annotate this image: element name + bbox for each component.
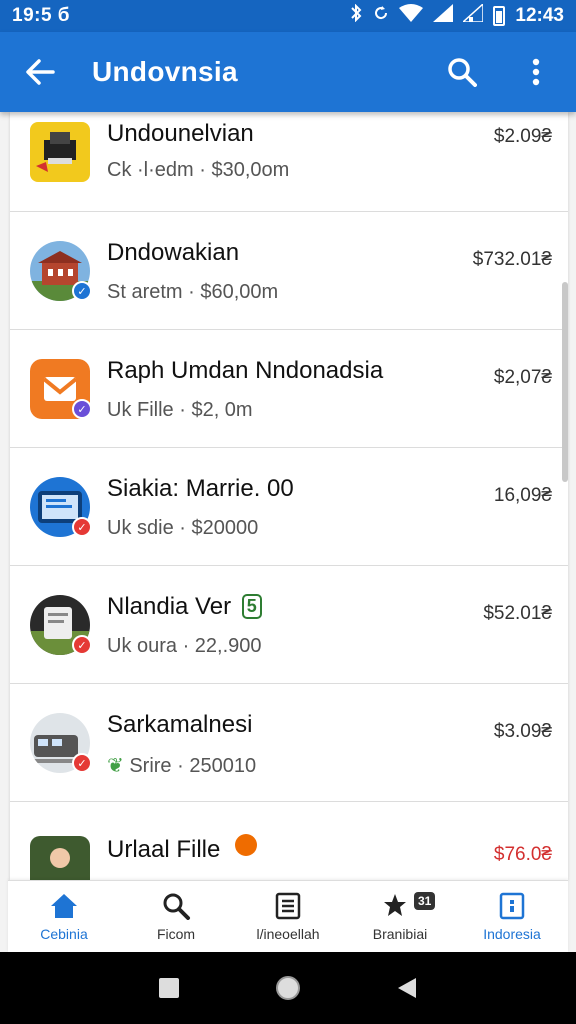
item-price: $76.0₴ bbox=[493, 844, 552, 865]
list-item[interactable]: ✓ Nlandia Ver 5 Uk oura · 22,.900 $52.01… bbox=[10, 566, 568, 684]
status-time: 19:5 б bbox=[12, 5, 71, 26]
circle-icon bbox=[275, 976, 300, 1000]
nav-item-favorites[interactable]: 31 Branibiai bbox=[344, 881, 456, 952]
back-button[interactable] bbox=[20, 52, 60, 92]
nav-item-label: Cebinia bbox=[40, 925, 88, 942]
alert-badge-icon: ✓ bbox=[72, 517, 92, 537]
item-name: Nlandia Ver 5 bbox=[107, 593, 262, 621]
item-price: $2.09₴ bbox=[493, 126, 552, 147]
list-icon bbox=[275, 892, 301, 919]
back-system-button[interactable] bbox=[389, 970, 425, 1006]
app-bar: Undovnsia bbox=[0, 32, 576, 112]
nav-item-search[interactable]: Ficom bbox=[120, 881, 232, 952]
bottom-navigation: Cebinia Ficom l/ineoellah 31 Branibiai I… bbox=[8, 880, 568, 952]
item-subtitle: Srire · 250010 bbox=[129, 755, 257, 777]
list-scrollbar[interactable] bbox=[562, 282, 568, 482]
nav-item-home[interactable]: Cebinia bbox=[8, 881, 120, 952]
info-icon bbox=[499, 892, 525, 919]
list-item[interactable]: Urlaal Fille $76.0₴ bbox=[10, 802, 568, 880]
item-name-text: Urlaal Fille bbox=[107, 836, 221, 863]
more-vertical-icon bbox=[532, 58, 540, 86]
status-icons: 12:43 bbox=[349, 2, 564, 28]
item-name-badge: 5 bbox=[241, 594, 262, 619]
list-item[interactable]: ✓ Sarkamalnesi ❦ Srire · 250010 $3.09₴ bbox=[10, 684, 568, 802]
status-clock: 12:43 bbox=[515, 5, 564, 26]
alert-badge-icon: ✓ bbox=[72, 753, 92, 773]
item-name-text: Nlandia Ver bbox=[107, 593, 232, 620]
item-subtitle: Uk sdie · $20000 bbox=[107, 517, 259, 539]
search-icon bbox=[163, 893, 190, 920]
alert-badge-icon: ✓ bbox=[72, 635, 92, 655]
leaf-icon: ❦ bbox=[107, 755, 124, 777]
sync-icon bbox=[373, 5, 389, 27]
item-price: $3.09₴ bbox=[493, 721, 552, 742]
verified-badge-icon: ✓ bbox=[72, 399, 92, 419]
item-subtitle: Uk oura · 22,.900 bbox=[107, 635, 262, 657]
transaction-list[interactable]: Undounelvian Ck ·l·edm · $30,0om $2.09₴ … bbox=[10, 112, 568, 880]
star-icon bbox=[384, 893, 406, 916]
home-system-button[interactable] bbox=[270, 970, 306, 1006]
notification-badge: 31 bbox=[414, 892, 436, 910]
triangle-back-icon bbox=[397, 978, 416, 998]
nav-item-label: l/ineoellah bbox=[256, 925, 320, 942]
home-icon bbox=[51, 893, 77, 918]
nav-item-label: Branibiai bbox=[372, 925, 428, 942]
list-item[interactable]: ✓ Dndowakian St aretm · $60,00m $732.01₴ bbox=[10, 212, 568, 330]
nav-item-list[interactable]: l/ineoellah bbox=[232, 881, 344, 952]
nav-item-label: Ficom bbox=[156, 925, 196, 942]
wifi-icon bbox=[399, 4, 424, 28]
item-price: $732.01₴ bbox=[472, 249, 552, 270]
search-icon bbox=[448, 58, 477, 87]
signal-icon bbox=[433, 4, 454, 28]
system-navigation-bar bbox=[0, 952, 576, 1024]
nav-item-indonesia[interactable]: Indoresia bbox=[456, 881, 568, 952]
item-name: Raph Umdan Nndonadsia bbox=[107, 357, 384, 384]
item-subtitle-row: ❦ Srire · 250010 bbox=[107, 753, 256, 778]
item-name: Urlaal Fille bbox=[107, 834, 258, 864]
list-item[interactable]: Undounelvian Ck ·l·edm · $30,0om $2.09₴ bbox=[10, 112, 568, 212]
item-price: 16,09₴ bbox=[493, 485, 552, 506]
item-subtitle: Ck ·l·edm · $30,0om bbox=[107, 159, 290, 181]
item-name: Sarkamalnesi bbox=[107, 711, 253, 738]
person-photo-icon bbox=[50, 848, 70, 868]
item-thumbnail-printer bbox=[30, 122, 90, 182]
printer-icon bbox=[36, 132, 76, 172]
item-name: Dndowakian bbox=[107, 239, 240, 266]
nav-item-label: Indoresia bbox=[483, 925, 541, 942]
arrow-left-icon bbox=[26, 59, 55, 85]
hot-badge-icon bbox=[235, 834, 258, 856]
status-bar: 19:5 б 12:43 bbox=[0, 0, 576, 32]
list-item[interactable]: ✓ Siakia: Marrie. 00 Uk sdie · $20000 16… bbox=[10, 448, 568, 566]
item-price: $52.01₴ bbox=[483, 603, 552, 624]
item-subtitle: Uk Fille · $2, 0m bbox=[107, 399, 253, 421]
signal-secondary-icon bbox=[461, 2, 485, 28]
more-options-button[interactable] bbox=[516, 52, 556, 92]
item-name: Undounelvian bbox=[107, 120, 254, 147]
verified-badge-icon: ✓ bbox=[72, 281, 92, 301]
item-price: $2,07₴ bbox=[493, 367, 552, 388]
app-bar-actions bbox=[442, 52, 556, 92]
search-button[interactable] bbox=[442, 52, 482, 92]
bluetooth-icon bbox=[349, 3, 363, 28]
item-subtitle: St aretm · $60,00m bbox=[107, 281, 279, 303]
square-icon bbox=[159, 978, 180, 998]
item-name: Siakia: Marrie. 00 bbox=[107, 475, 294, 502]
list-item[interactable]: ✓ Raph Umdan Nndonadsia Uk Fille · $2, 0… bbox=[10, 330, 568, 448]
item-thumbnail-person bbox=[30, 836, 90, 880]
battery-icon bbox=[493, 6, 506, 26]
recents-button[interactable] bbox=[151, 970, 187, 1006]
page-title: Undovnsia bbox=[92, 56, 238, 87]
